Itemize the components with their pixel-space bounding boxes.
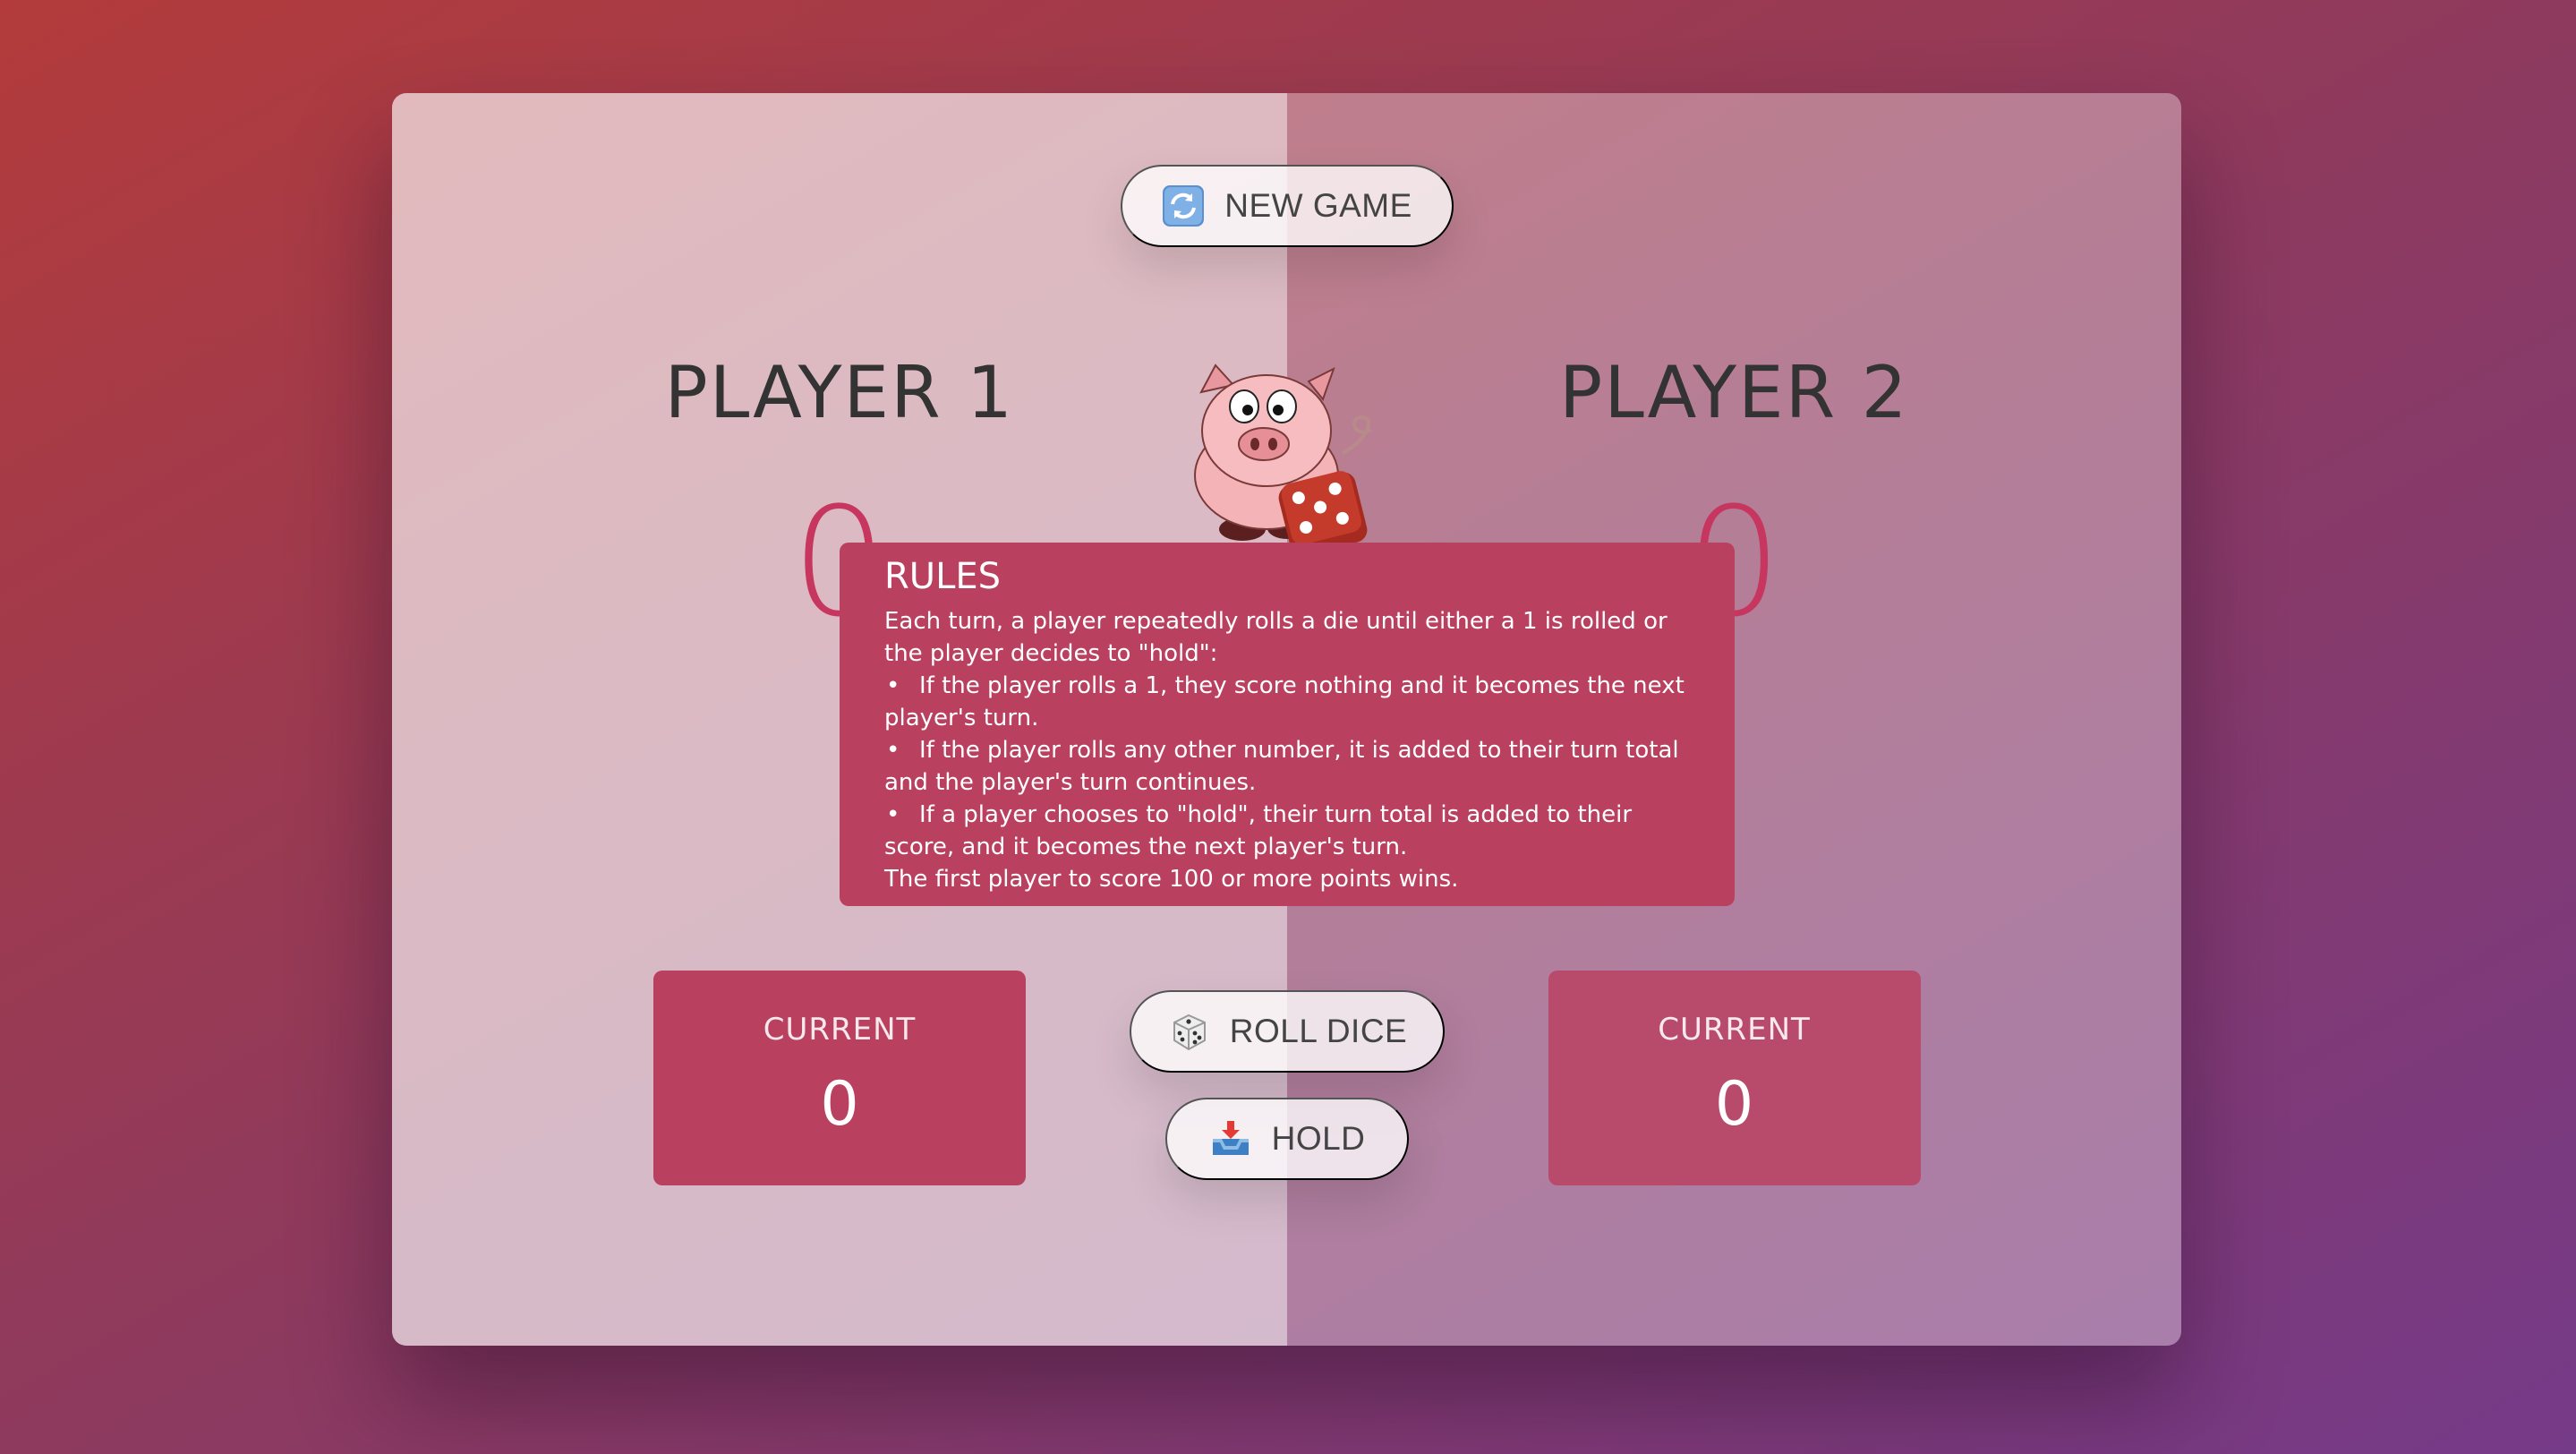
player-2-name: PLAYER 2 [1559,351,1909,434]
hold-label: HOLD [1271,1120,1366,1157]
refresh-icon [1162,184,1205,227]
game-board: PLAYER 1 0 CURRENT 0 PLAYER 2 0 CURRENT … [392,93,2181,1346]
new-game-label: NEW GAME [1224,187,1412,224]
inbox-tray-icon [1209,1117,1252,1160]
hold-button[interactable]: HOLD [1165,1098,1409,1180]
dice-icon [1167,1010,1210,1053]
player-1-current-label: CURRENT [763,1012,917,1048]
roll-dice-label: ROLL DICE [1229,1013,1408,1049]
player-2-current-box: CURRENT 0 [1548,971,1921,1185]
new-game-button[interactable]: NEW GAME [1121,165,1454,247]
rules-item: If the player rolls any other number, it… [884,734,1690,799]
player-1-current-box: CURRENT 0 [653,971,1026,1185]
rules-intro: Each turn, a player repeatedly rolls a d… [884,608,1668,667]
rules-title: RULES [884,556,1002,597]
rules-list: If the player rolls a 1, they score noth… [884,670,1690,863]
rules-panel: RULES Each turn, a player repeatedly rol… [840,543,1735,906]
player-2-current-score: 0 [1714,1069,1754,1140]
rules-item: If the player rolls a 1, they score noth… [884,670,1690,734]
player-2-current-label: CURRENT [1658,1012,1811,1048]
rules-outro: The first player to score 100 or more po… [884,866,1459,893]
roll-dice-button[interactable]: ROLL DICE [1130,990,1445,1073]
player-1-name: PLAYER 1 [664,351,1014,434]
player-1-current-score: 0 [820,1069,859,1140]
rules-item: If a player chooses to "hold", their tur… [884,799,1690,863]
